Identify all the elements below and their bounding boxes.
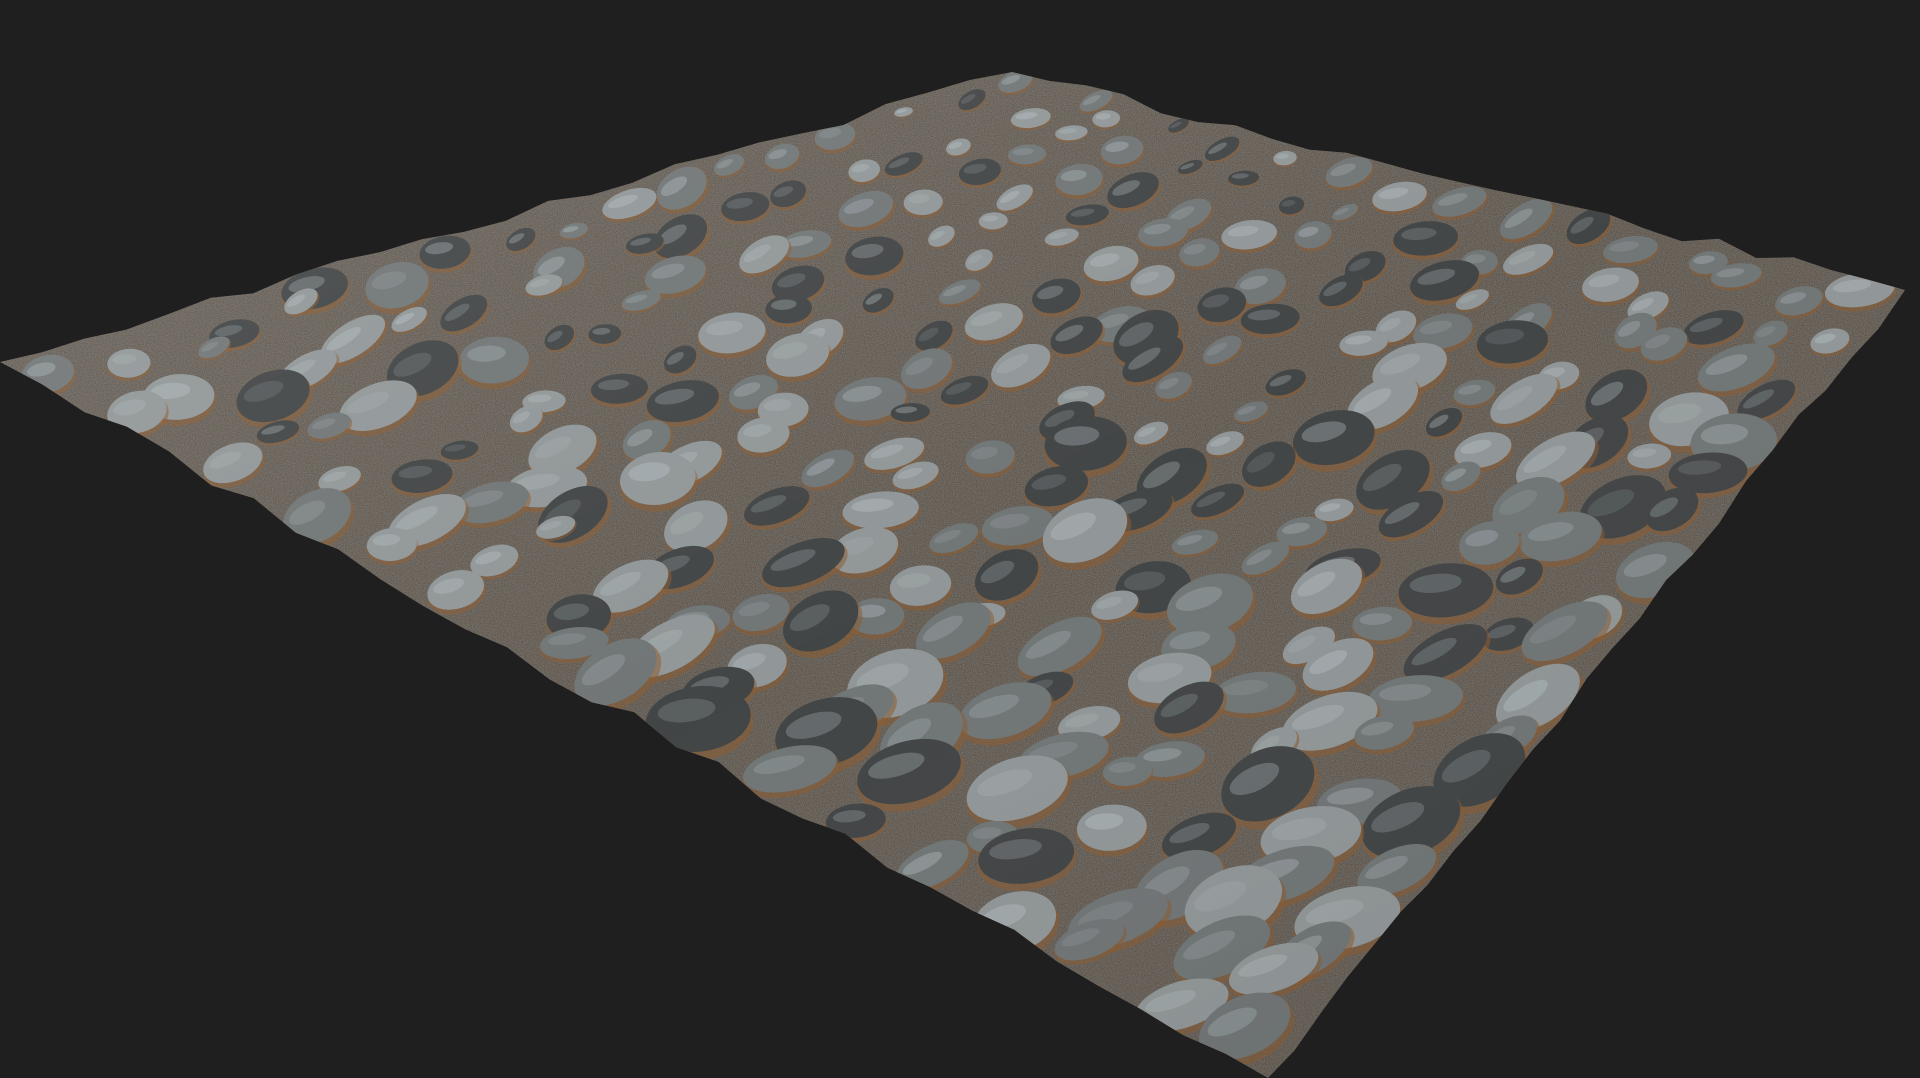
material-preview-render xyxy=(0,0,1920,1078)
render-viewport xyxy=(0,0,1920,1078)
